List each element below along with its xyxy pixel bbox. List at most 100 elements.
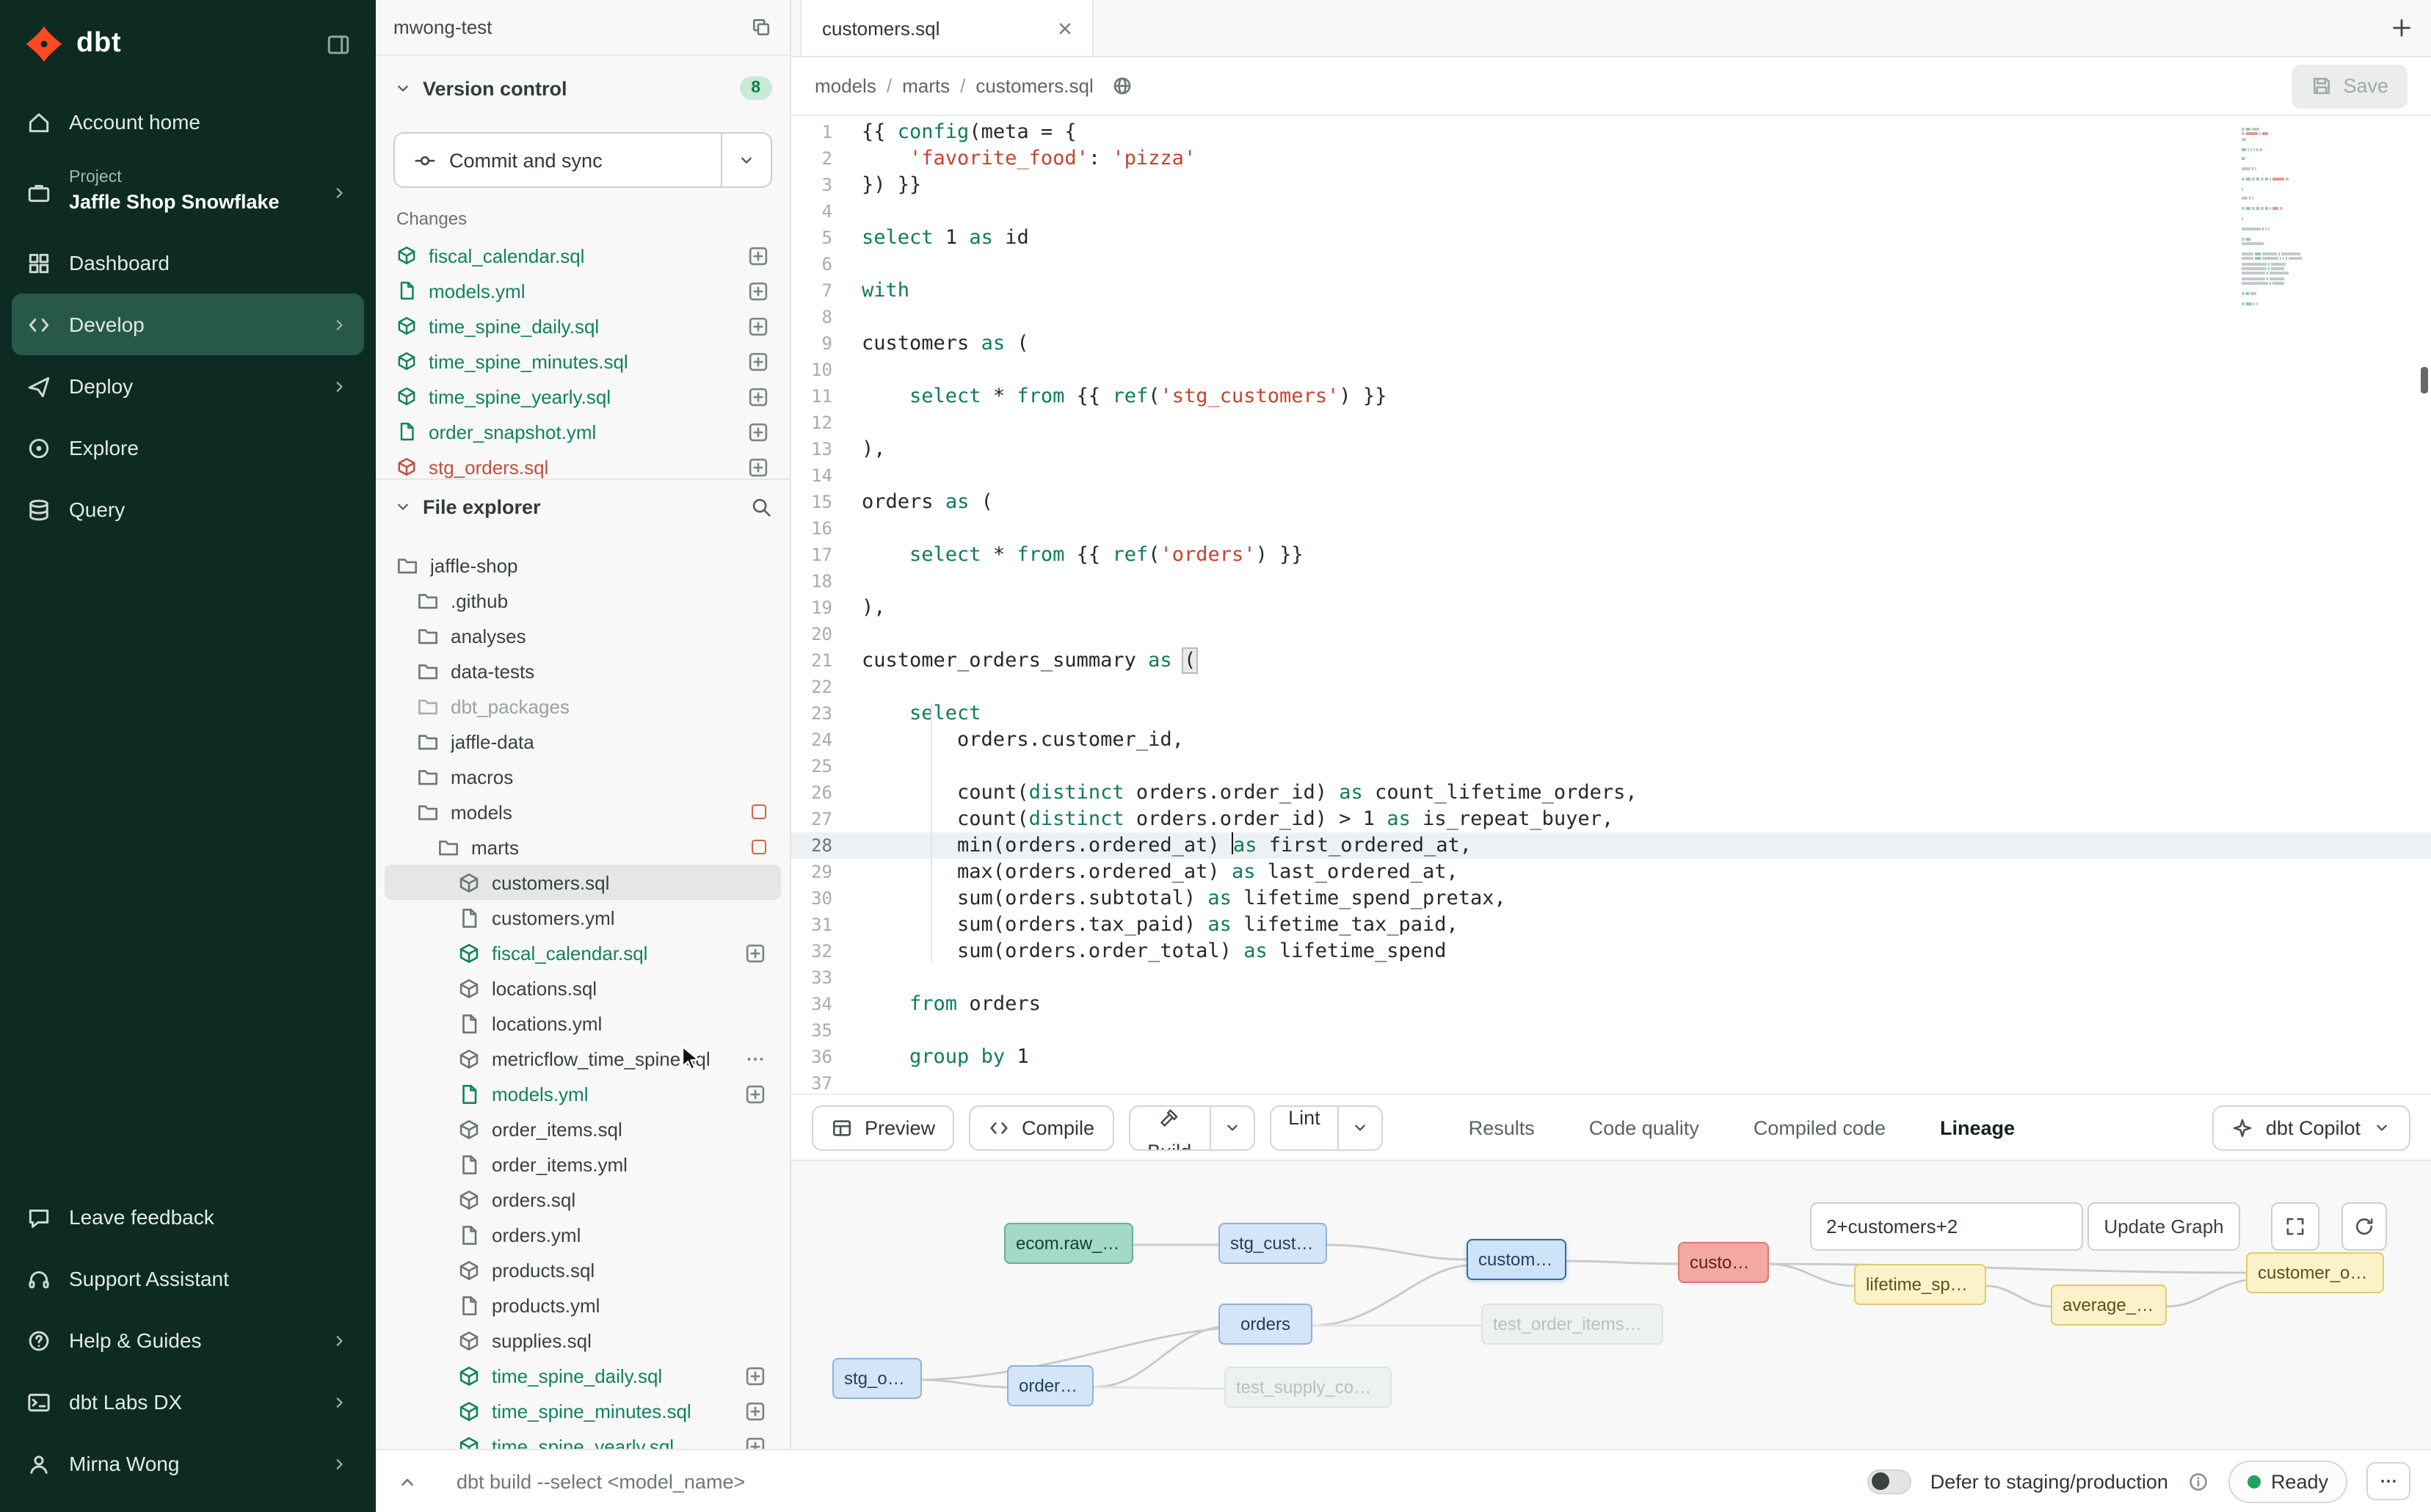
lineage-node-stg-custo[interactable]: stg_custo… xyxy=(1218,1223,1327,1264)
sidebar-item-deploy[interactable]: Deploy xyxy=(12,355,364,417)
sidebar-item-support-assistant[interactable]: Support Assistant xyxy=(12,1248,364,1309)
tree-item-order-items-yml[interactable]: order_items.yml xyxy=(385,1146,781,1182)
docs-icon[interactable] xyxy=(1111,75,1133,97)
lint-button[interactable]: Lint xyxy=(1271,1106,1338,1149)
command-hint[interactable]: dbt build --select <model_name> xyxy=(457,1470,745,1492)
sidebar-item-account-home[interactable]: Account home xyxy=(12,91,364,153)
tree-item-fiscal-calendar-sql[interactable]: fiscal_calendar.sql xyxy=(385,935,781,970)
lineage-node-custom[interactable]: custom… xyxy=(1678,1242,1769,1283)
minimap[interactable] xyxy=(2242,128,2333,312)
sidebar-item-jaffle-shop-snowflake[interactable]: ProjectJaffle Shop Snowflake xyxy=(12,153,364,232)
tree-item-models[interactable]: models xyxy=(385,794,781,829)
sidebar-item-dashboard[interactable]: Dashboard xyxy=(12,232,364,294)
stage-change-icon[interactable] xyxy=(744,1083,766,1105)
change-item-time-spine-yearly-sql[interactable]: time_spine_yearly.sql xyxy=(388,379,778,414)
tree-item-products-sql[interactable]: products.sql xyxy=(385,1252,781,1287)
sidebar-item-query[interactable]: Query xyxy=(12,479,364,540)
tab-customers-sql[interactable]: customers.sql xyxy=(800,0,1094,56)
tree-item-order-items-sql[interactable]: order_items.sql xyxy=(385,1111,781,1146)
tree-item-github[interactable]: .github xyxy=(385,583,781,618)
breadcrumb-file[interactable]: customers.sql xyxy=(975,75,1093,97)
tree-item-customers-sql[interactable]: customers.sql xyxy=(385,865,781,900)
stage-change-icon[interactable] xyxy=(744,1435,766,1449)
tree-item-macros[interactable]: macros xyxy=(385,759,781,794)
copy-icon[interactable] xyxy=(750,16,772,38)
stage-change-icon[interactable] xyxy=(747,421,769,443)
breadcrumb-marts[interactable]: marts xyxy=(902,75,950,97)
file-explorer-header[interactable]: File explorer xyxy=(376,486,790,527)
stage-change-icon[interactable] xyxy=(744,1400,766,1422)
lineage-node-test-supply-costs-s[interactable]: test_supply_costs_s… xyxy=(1224,1367,1392,1408)
file-options-icon[interactable] xyxy=(744,1047,766,1069)
save-button[interactable]: Save xyxy=(2292,64,2408,108)
tree-item-models-yml[interactable]: models.yml xyxy=(385,1076,781,1111)
change-item-time-spine-daily-sql[interactable]: time_spine_daily.sql xyxy=(388,308,778,344)
lineage-node-customer-orde[interactable]: customer_orde… xyxy=(2246,1252,2384,1293)
version-control-header[interactable]: Version control 8 xyxy=(376,68,790,109)
tree-item-jaffle-data[interactable]: jaffle-data xyxy=(385,724,781,759)
defer-toggle[interactable] xyxy=(1867,1469,1911,1494)
collapse-sidebar-icon[interactable] xyxy=(326,32,351,57)
tree-item-marts[interactable]: marts xyxy=(385,829,781,865)
build-button[interactable]: Build xyxy=(1130,1106,1209,1149)
stage-change-icon[interactable] xyxy=(747,280,769,302)
tree-item-jaffle-shop[interactable]: jaffle-shop xyxy=(385,548,781,583)
tree-item-time-spine-yearly-sql[interactable]: time_spine_yearly.sql xyxy=(385,1428,781,1449)
tree-item-dbt-packages[interactable]: dbt_packages xyxy=(385,688,781,724)
lint-options-button[interactable] xyxy=(1338,1106,1382,1149)
expand-panel-icon[interactable] xyxy=(396,1470,418,1492)
tree-item-analyses[interactable]: analyses xyxy=(385,618,781,653)
breadcrumb-models[interactable]: models xyxy=(815,75,876,97)
stage-change-icon[interactable] xyxy=(747,385,769,407)
stage-change-icon[interactable] xyxy=(747,315,769,337)
sidebar-item-dbt-labs-dx[interactable]: dbt Labs DX xyxy=(12,1371,364,1433)
status-ready-pill[interactable]: Ready xyxy=(2228,1460,2347,1502)
new-tab-icon[interactable] xyxy=(2390,16,2413,40)
lineage-node-ecom-raw-cu[interactable]: ecom.raw_cu… xyxy=(1004,1223,1133,1264)
fullscreen-button[interactable] xyxy=(2271,1202,2319,1251)
stage-change-icon[interactable] xyxy=(747,456,769,478)
lineage-node-customers[interactable]: customers xyxy=(1467,1239,1566,1280)
stage-change-icon[interactable] xyxy=(747,350,769,372)
sidebar-item-develop[interactable]: Develop xyxy=(12,294,364,355)
change-item-time-spine-minutes-sql[interactable]: time_spine_minutes.sql xyxy=(388,344,778,379)
change-item-order-snapshot-yml[interactable]: order_snapshot.yml xyxy=(388,414,778,449)
lineage-node-stg-orders[interactable]: stg_orders xyxy=(832,1358,922,1399)
editor-scrollbar[interactable] xyxy=(2421,367,2428,393)
sidebar-item-explore[interactable]: Explore xyxy=(12,417,364,479)
tree-item-time-spine-minutes-sql[interactable]: time_spine_minutes.sql xyxy=(385,1393,781,1428)
stage-change-icon[interactable] xyxy=(744,942,766,964)
tree-item-metricflow-time-spine-sql[interactable]: metricflow_time_spine.sql xyxy=(385,1041,781,1076)
sidebar-item-mirna-wong[interactable]: Mirna Wong xyxy=(12,1433,364,1494)
tree-item-time-spine-daily-sql[interactable]: time_spine_daily.sql xyxy=(385,1358,781,1393)
tree-item-orders-yml[interactable]: orders.yml xyxy=(385,1217,781,1252)
tree-item-locations-sql[interactable]: locations.sql xyxy=(385,970,781,1006)
code-editor[interactable]: 1{{ config(meta = {2 'favorite_food': 'p… xyxy=(791,116,2431,1094)
compile-button[interactable]: Compile xyxy=(969,1105,1113,1150)
code-lines[interactable]: 1{{ config(meta = {2 'favorite_food': 'p… xyxy=(791,116,2431,1094)
tree-item-orders-sql[interactable]: orders.sql xyxy=(385,1182,781,1217)
commit-main[interactable]: Commit and sync xyxy=(395,134,721,186)
lineage-node-average-ord[interactable]: average_ord… xyxy=(2051,1284,2167,1326)
close-tab-icon[interactable] xyxy=(1055,18,1075,37)
tab-compiled-code[interactable]: Compiled code xyxy=(1754,1116,1886,1138)
stage-change-icon[interactable] xyxy=(747,244,769,266)
change-item-fiscal-calendar-sql[interactable]: fiscal_calendar.sql xyxy=(388,238,778,273)
lineage-node-lifetime-spen[interactable]: lifetime_spen… xyxy=(1854,1264,1986,1305)
search-icon[interactable] xyxy=(750,495,772,517)
commit-options-button[interactable] xyxy=(721,134,771,186)
info-icon[interactable] xyxy=(2187,1470,2209,1492)
preview-button[interactable]: Preview xyxy=(812,1105,954,1150)
tab-code-quality[interactable]: Code quality xyxy=(1589,1116,1699,1138)
update-graph-button[interactable]: Update Graph xyxy=(2087,1202,2240,1251)
stage-change-icon[interactable] xyxy=(744,1364,766,1386)
change-item-stg-orders-sql[interactable]: stg_orders.sql xyxy=(388,449,778,479)
sidebar-item-leave-feedback[interactable]: Leave feedback xyxy=(12,1186,364,1248)
tree-item-locations-yml[interactable]: locations.yml xyxy=(385,1006,781,1041)
tree-item-customers-yml[interactable]: customers.yml xyxy=(385,900,781,935)
tab-lineage[interactable]: Lineage xyxy=(1940,1116,2015,1138)
commit-and-sync-button[interactable]: Commit and sync xyxy=(393,132,772,188)
lineage-node-order-it[interactable]: order_it… xyxy=(1007,1365,1094,1406)
lineage-node-orders[interactable]: orders xyxy=(1218,1304,1312,1345)
tree-item-products-yml[interactable]: products.yml xyxy=(385,1287,781,1323)
